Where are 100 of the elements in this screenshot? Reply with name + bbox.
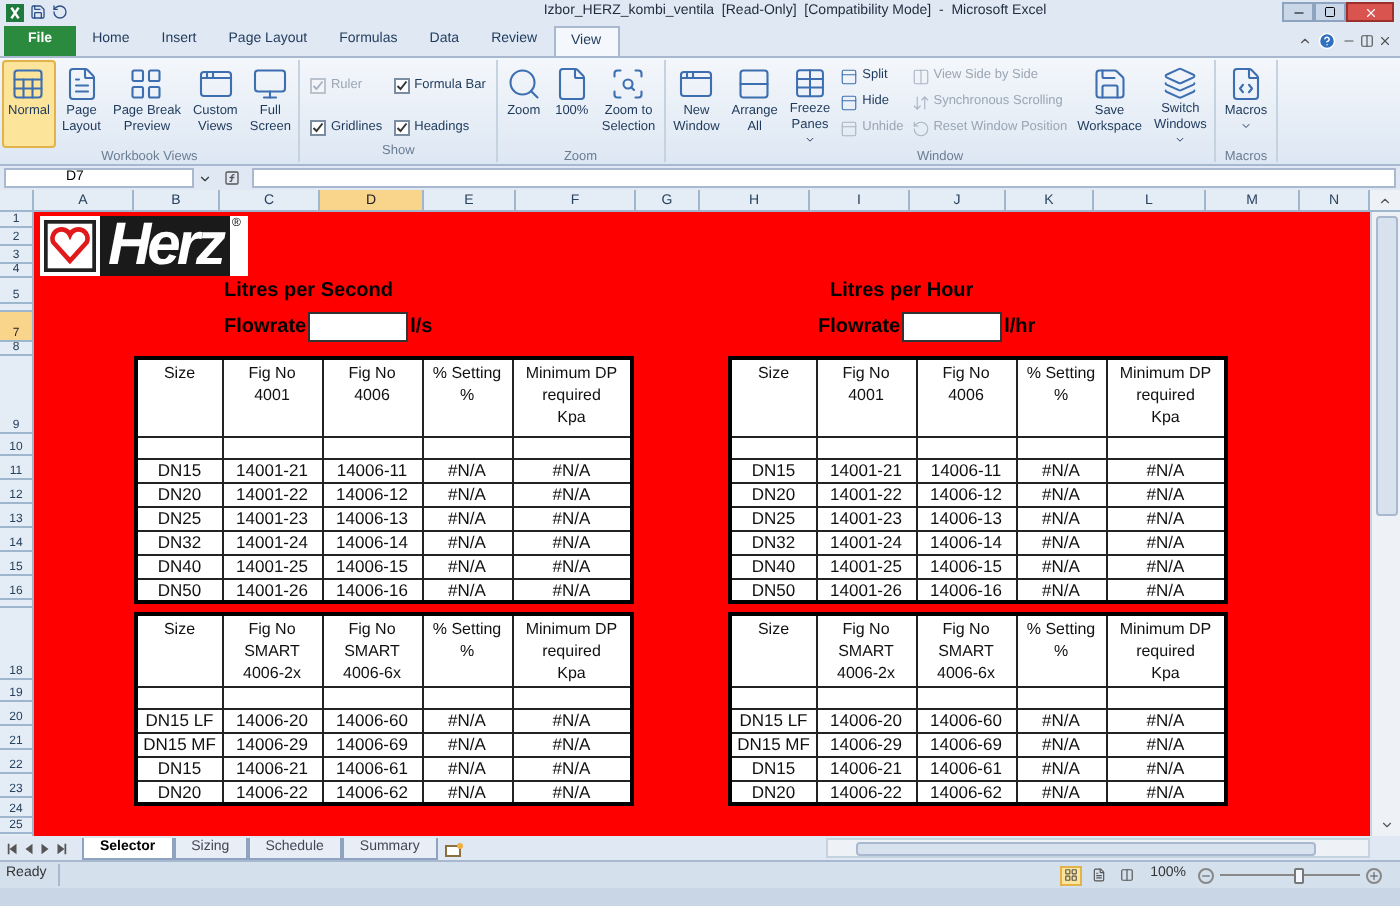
checkmark-icon [312,80,325,93]
checkmark-icon [396,121,409,134]
checkmark-icon [396,80,409,93]
table-cell: 14006-29 [816,732,916,756]
table-cell: #N/A [512,756,632,780]
table-cell: 14006-29 [222,732,322,756]
rows-icon [736,66,773,102]
flowrate-field[interactable] [902,312,1003,342]
page-columns-icon [1120,868,1135,882]
table-cell: #N/A [1106,530,1226,554]
table-cell: 14006-69 [916,732,1016,756]
table-cell: #N/A [1106,506,1226,530]
minimize-button[interactable] [1282,2,1314,22]
flowrate-label: Flowrate [224,315,307,339]
table-cell: #N/A [422,506,512,530]
column-heading: Fig No SMART 4006-2x [816,614,916,686]
table-cell: 14001-23 [816,506,916,530]
slider-thumb[interactable] [1293,867,1303,883]
maximize-button[interactable] [1314,2,1346,22]
previous-sheet-icon[interactable] [22,841,36,855]
column-heading: % Setting % [422,614,512,686]
table-cell: DN20 [136,482,222,506]
table-cell: 14001-24 [222,530,322,554]
table-cell: 14001-23 [222,506,322,530]
table-cell: DN32 [730,530,816,554]
table-cell: DN15 [730,756,816,780]
table-cell: 14006-60 [322,708,422,732]
table-cell: #N/A [512,530,632,554]
function-icon[interactable] [224,170,240,186]
first-sheet-icon[interactable] [6,841,20,855]
table-cell: DN15 LF [730,708,816,732]
save-icon[interactable] [30,4,46,20]
screen-icon [252,66,289,102]
page-icon [1092,868,1107,882]
caret-icon[interactable] [198,171,212,185]
table-cell: #N/A [1016,506,1106,530]
table-cell: #N/A [512,708,632,732]
vertical-scrollbar[interactable] [1370,212,1400,836]
table-cell: 14006-11 [916,458,1016,482]
collapse-ribbon-icon[interactable] [1298,34,1312,48]
caret-icon [804,134,816,146]
flowrate-field[interactable] [308,312,409,342]
table-cell: 14006-69 [322,732,422,756]
section-title: Litres per Hour [830,280,974,304]
grid-icon [1064,868,1079,882]
table-cell: 14006-60 [916,708,1016,732]
checkbox[interactable] [310,119,327,136]
close-icon[interactable] [1378,34,1392,48]
close-icon [1363,5,1377,19]
page-icon [63,66,100,102]
table-cell: #N/A [422,458,512,482]
table-cell: #N/A [1016,554,1106,578]
table-cell: #N/A [512,732,632,756]
horizontal-scrollbar[interactable] [826,838,1370,858]
panel-icon [840,119,859,137]
scroll-up-icon[interactable] [1378,193,1392,207]
table-cell: 14006-61 [916,756,1016,780]
flowrate-label: Flowrate [818,315,901,339]
column-heading: % Setting % [1016,358,1106,436]
table-cell: #N/A [512,482,632,506]
table-cell: DN20 [730,482,816,506]
checkbox[interactable] [394,78,411,95]
zoom-out-icon[interactable] [1198,867,1214,883]
zoom-in-icon[interactable] [1366,867,1382,883]
column-heading: % Setting % [422,358,512,436]
table-cell: #N/A [1106,458,1226,482]
table-cell: 14001-25 [816,554,916,578]
table-cell: #N/A [1016,482,1106,506]
checkbox[interactable] [394,119,411,136]
table-cell: #N/A [1016,458,1106,482]
table-cell: 14006-61 [322,756,422,780]
zoom-slider[interactable] [1220,865,1360,885]
table-cell: DN40 [730,554,816,578]
spreadsheet-icon [10,66,47,102]
formula-field[interactable] [252,168,1396,188]
column-heading: Fig No SMART 4006-6x [322,614,422,686]
scroll-down-icon[interactable] [1379,818,1393,832]
table-icon [792,66,828,101]
spreadsheet-app-icon [6,3,24,21]
next-sheet-icon[interactable] [38,841,52,855]
column-heading: % Setting % [1016,614,1106,686]
view-button[interactable] [1116,865,1139,885]
table-cell: 14006-15 [322,554,422,578]
table-cell: 14001-21 [816,458,916,482]
table-cell: #N/A [1106,732,1226,756]
insert-sheet-icon[interactable] [443,842,464,858]
table-cell: 14006-20 [816,708,916,732]
table-cell: #N/A [422,482,512,506]
reset-icon [911,119,930,137]
table-cell: 14006-14 [322,530,422,554]
table-cell: 14001-24 [816,530,916,554]
table-cell: #N/A [422,708,512,732]
view-button[interactable] [1060,865,1083,885]
undo-icon[interactable] [52,4,68,20]
column-heading: Fig No SMART 4006-6x [916,614,1016,686]
table-cell: DN15 [136,458,222,482]
last-sheet-icon[interactable] [54,841,68,855]
section-title: Litres per Second [224,280,393,304]
panel-icon [840,67,859,85]
help-icon[interactable] [1318,32,1336,50]
